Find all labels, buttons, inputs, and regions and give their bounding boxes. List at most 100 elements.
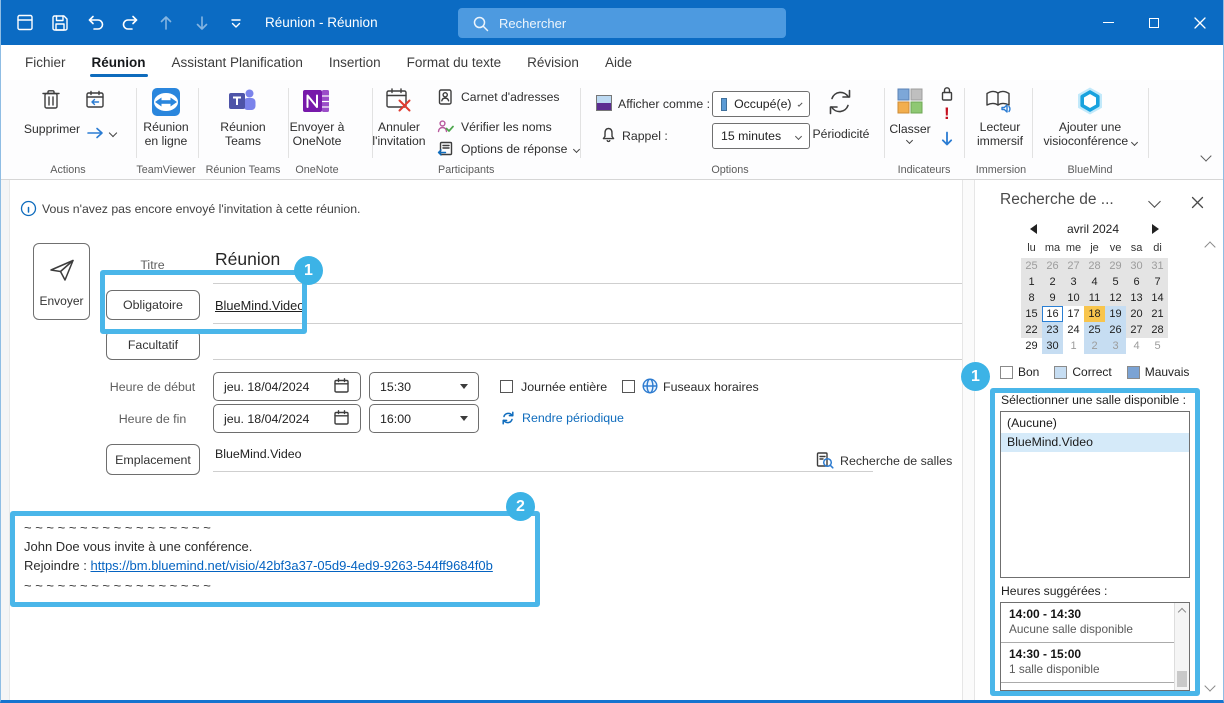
forward-arrow-icon[interactable] <box>86 126 106 143</box>
suggested-times-scrollbar[interactable] <box>1174 603 1189 690</box>
calendar-day[interactable]: 22 <box>1021 322 1042 338</box>
visio-link[interactable]: https://bm.bluemind.net/visio/42bf3a37-0… <box>91 558 493 573</box>
calendar-day[interactable]: 28 <box>1084 258 1105 274</box>
tab-fichier[interactable]: Fichier <box>12 45 79 80</box>
all-day-checkbox[interactable] <box>500 380 513 393</box>
end-date-picker[interactable]: jeu. 18/04/2024 <box>213 404 361 433</box>
immersive-reader-button[interactable]: Lecteurimmersif <box>972 120 1028 148</box>
room-list-item[interactable]: (Aucune) <box>1001 414 1189 433</box>
calendar-day[interactable]: 15 <box>1021 306 1042 322</box>
calendar-day[interactable]: 5 <box>1147 338 1168 354</box>
calendar-prev-month-icon[interactable] <box>1030 224 1037 234</box>
calendar-day[interactable]: 3 <box>1063 274 1084 290</box>
teamviewer-icon[interactable] <box>150 86 182 121</box>
calendar-day[interactable]: 7 <box>1147 274 1168 290</box>
reminder-dropdown[interactable]: 15 minutes <box>712 123 810 149</box>
onenote-icon[interactable] <box>301 86 331 119</box>
high-importance-icon[interactable]: ! <box>944 105 950 122</box>
calendar-insert-icon[interactable] <box>84 89 106 114</box>
calendar-day[interactable]: 8 <box>1021 290 1042 306</box>
immersive-reader-icon[interactable] <box>983 87 1015 118</box>
calendar-day[interactable]: 29 <box>1021 338 1042 354</box>
calendar-day[interactable]: 16 <box>1042 306 1063 322</box>
calendar-day[interactable]: 27 <box>1063 258 1084 274</box>
tab-format-du-texte[interactable]: Format du texte <box>394 45 515 80</box>
calendar-day[interactable]: 28 <box>1147 322 1168 338</box>
calendar-next-month-icon[interactable] <box>1152 224 1159 234</box>
calendar-day[interactable]: 26 <box>1105 322 1126 338</box>
required-attendees-button[interactable]: Obligatoire <box>106 290 200 320</box>
show-as-dropdown[interactable]: Occupé(e) <box>712 91 810 117</box>
delete-button[interactable]: Supprimer <box>16 122 88 136</box>
forward-menu-chevron-icon[interactable] <box>109 129 117 137</box>
check-names-button[interactable]: Vérifier les noms <box>436 118 552 136</box>
categorize-button[interactable]: Classer <box>886 122 934 136</box>
end-time-dropdown[interactable]: 16:00 <box>369 404 479 433</box>
categorize-icon[interactable] <box>897 88 923 117</box>
calendar-day[interactable]: 14 <box>1147 290 1168 306</box>
calendar-day[interactable]: 2 <box>1084 338 1105 354</box>
calendar-day[interactable]: 3 <box>1105 338 1126 354</box>
calendar-day[interactable]: 5 <box>1105 274 1126 290</box>
calendar-day[interactable]: 18 <box>1084 306 1105 322</box>
search-box[interactable]: Rechercher <box>458 8 786 38</box>
calendar-day[interactable]: 4 <box>1084 274 1105 290</box>
calendar-day[interactable]: 19 <box>1105 306 1126 322</box>
calendar-day[interactable]: 9 <box>1042 290 1063 306</box>
recurrence-button[interactable]: Périodicité <box>806 127 876 141</box>
calendar-day[interactable]: 1 <box>1021 274 1042 290</box>
calendar-day[interactable]: 29 <box>1105 258 1126 274</box>
room-finder-button[interactable]: Recherche de salles <box>815 451 952 470</box>
calendar-day[interactable]: 25 <box>1021 258 1042 274</box>
suggested-time-item[interactable]: 14:30 - 15:001 salle disponible <box>1001 643 1189 683</box>
make-recurring-link[interactable]: Rendre périodique <box>500 410 624 426</box>
calendar-day[interactable]: 4 <box>1126 338 1147 354</box>
calendar-day[interactable]: 11 <box>1084 290 1105 306</box>
main-scrollbar[interactable] <box>962 180 975 700</box>
calendar-day[interactable]: 1 <box>1063 338 1084 354</box>
calendar-picker-icon[interactable] <box>333 409 350 429</box>
panel-close-icon[interactable] <box>1190 195 1205 213</box>
calendar-day[interactable]: 6 <box>1126 274 1147 290</box>
send-to-onenote-button[interactable]: Envoyer àOneNote <box>282 120 352 148</box>
suggested-time-item[interactable]: 14:00 - 14:30Aucune salle disponible <box>1001 603 1189 643</box>
location-value[interactable]: BlueMind.Video <box>215 447 302 461</box>
calendar-day[interactable]: 23 <box>1042 322 1063 338</box>
customize-quick-access-icon[interactable] <box>224 11 248 35</box>
calendar-day[interactable]: 30 <box>1042 338 1063 354</box>
tab-insertion[interactable]: Insertion <box>316 45 394 80</box>
recurrence-icon[interactable] <box>824 86 856 121</box>
cancel-invitation-button[interactable]: Annulerl'invitation <box>366 120 432 148</box>
cancel-invitation-icon[interactable] <box>384 86 414 119</box>
send-button[interactable]: Envoyer <box>33 243 90 320</box>
calendar-picker-icon[interactable] <box>333 377 350 397</box>
teams-icon[interactable] <box>227 86 257 119</box>
calendar-day[interactable]: 13 <box>1126 290 1147 306</box>
address-book-button[interactable]: Carnet d'adresses <box>436 88 560 106</box>
optional-attendees-button[interactable]: Facultatif <box>106 330 200 360</box>
timezones-checkbox[interactable] <box>622 380 635 393</box>
calendar-day[interactable]: 27 <box>1126 322 1147 338</box>
teams-meeting-button[interactable]: RéunionTeams <box>204 120 282 148</box>
room-list-item[interactable]: BlueMind.Video <box>1001 433 1189 452</box>
undo-icon[interactable] <box>84 11 108 35</box>
collapse-ribbon-chevron-icon[interactable] <box>1200 150 1211 161</box>
minimize-button[interactable] <box>1085 0 1131 45</box>
calendar-day[interactable]: 2 <box>1042 274 1063 290</box>
tab-r-union[interactable]: Réunion <box>79 45 159 80</box>
online-meeting-button[interactable]: Réunionen ligne <box>136 120 196 148</box>
calendar-day[interactable]: 17 <box>1063 306 1084 322</box>
calendar-day[interactable]: 21 <box>1147 306 1168 322</box>
start-date-picker[interactable]: jeu. 18/04/2024 <box>213 372 361 401</box>
move-down-icon[interactable] <box>190 11 214 35</box>
calendar-day[interactable]: 31 <box>1147 258 1168 274</box>
bluemind-videoconference-icon[interactable] <box>1074 85 1106 120</box>
move-up-icon[interactable] <box>154 11 178 35</box>
delete-icon[interactable] <box>38 86 64 117</box>
save-icon[interactable] <box>48 11 72 35</box>
maximize-button[interactable] <box>1131 0 1177 45</box>
low-importance-icon[interactable] <box>939 130 955 151</box>
add-videoconference-button[interactable]: Ajouter unevisioconférence <box>1038 120 1142 148</box>
meeting-title-value[interactable]: Réunion <box>215 249 280 270</box>
tab-aide[interactable]: Aide <box>592 45 645 80</box>
